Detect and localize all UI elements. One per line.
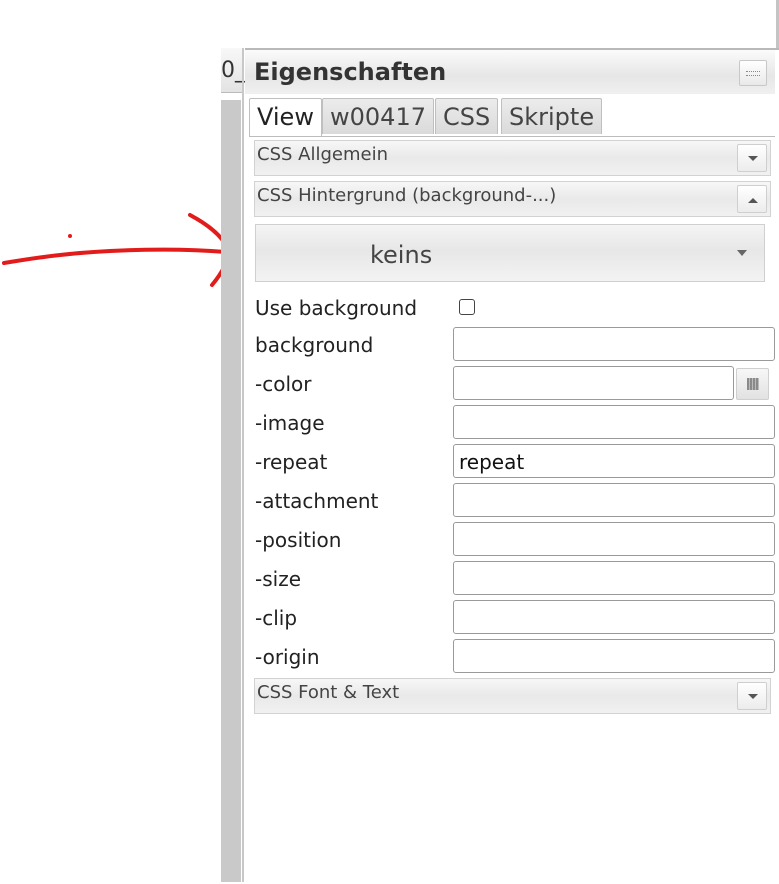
background-input[interactable] — [453, 327, 775, 361]
image-input[interactable] — [453, 405, 775, 439]
size-label: -size — [255, 567, 301, 591]
attachment-input[interactable] — [453, 483, 775, 517]
properties-panel: Eigenschaften View w00417 CSS Skripte CS… — [245, 48, 779, 884]
tab-widget[interactable]: w00417 — [322, 98, 434, 134]
panel-header: Eigenschaften — [245, 50, 775, 94]
palette-icon — [747, 378, 759, 390]
clip-label: -clip — [255, 606, 298, 630]
chevron-down-icon — [748, 694, 758, 699]
origin-label: -origin — [255, 645, 320, 669]
origin-input[interactable] — [453, 639, 775, 673]
color-label: -color — [255, 372, 312, 396]
attachment-label: -attachment — [255, 489, 379, 513]
background-preset-value: keins — [370, 241, 433, 269]
section-css-background[interactable]: CSS Hintergrund (background-...) — [254, 181, 771, 217]
collapse-button[interactable] — [737, 185, 767, 213]
tab-scripts[interactable]: Skripte — [501, 98, 603, 134]
expand-button[interactable] — [737, 144, 767, 172]
panel-menu-button[interactable] — [739, 60, 767, 86]
annotation-arrow — [2, 213, 231, 287]
tab-bar: View w00417 CSS Skripte — [249, 96, 775, 137]
color-input[interactable] — [453, 366, 734, 400]
position-input[interactable] — [453, 522, 775, 556]
section-css-font-text[interactable]: CSS Font & Text — [254, 678, 771, 714]
chevron-down-icon — [748, 156, 758, 161]
tab-css[interactable]: CSS — [435, 98, 499, 134]
repeat-input[interactable]: repeat — [453, 444, 775, 478]
background-label: background — [255, 333, 374, 357]
grip-icon — [746, 71, 760, 76]
expand-button[interactable] — [737, 682, 767, 710]
background-preset-select[interactable]: keins — [255, 224, 765, 282]
tab-view[interactable]: View — [249, 98, 322, 136]
panel-splitter[interactable] — [242, 48, 244, 882]
caret-down-icon — [737, 250, 747, 256]
adjacent-panel-header: 0_ — [221, 48, 246, 93]
section-css-font-label: CSS Font & Text — [257, 682, 400, 703]
section-css-general-label: CSS Allgemein — [257, 144, 388, 165]
adjacent-panel: 0_ — [221, 48, 246, 882]
size-input[interactable] — [453, 561, 775, 595]
adjacent-panel-scrollbar[interactable] — [221, 100, 241, 882]
image-label: -image — [255, 411, 325, 435]
repeat-label: -repeat — [255, 450, 328, 474]
use-background-label: Use background — [255, 296, 418, 320]
position-label: -position — [255, 528, 342, 552]
use-background-checkbox[interactable] — [459, 299, 475, 315]
chevron-up-icon — [748, 198, 758, 203]
panel-title: Eigenschaften — [254, 58, 447, 86]
section-css-background-label: CSS Hintergrund (background-...) — [257, 185, 557, 206]
section-css-general[interactable]: CSS Allgemein — [254, 140, 771, 176]
clip-input[interactable] — [453, 600, 775, 634]
color-picker-button[interactable] — [736, 368, 769, 400]
